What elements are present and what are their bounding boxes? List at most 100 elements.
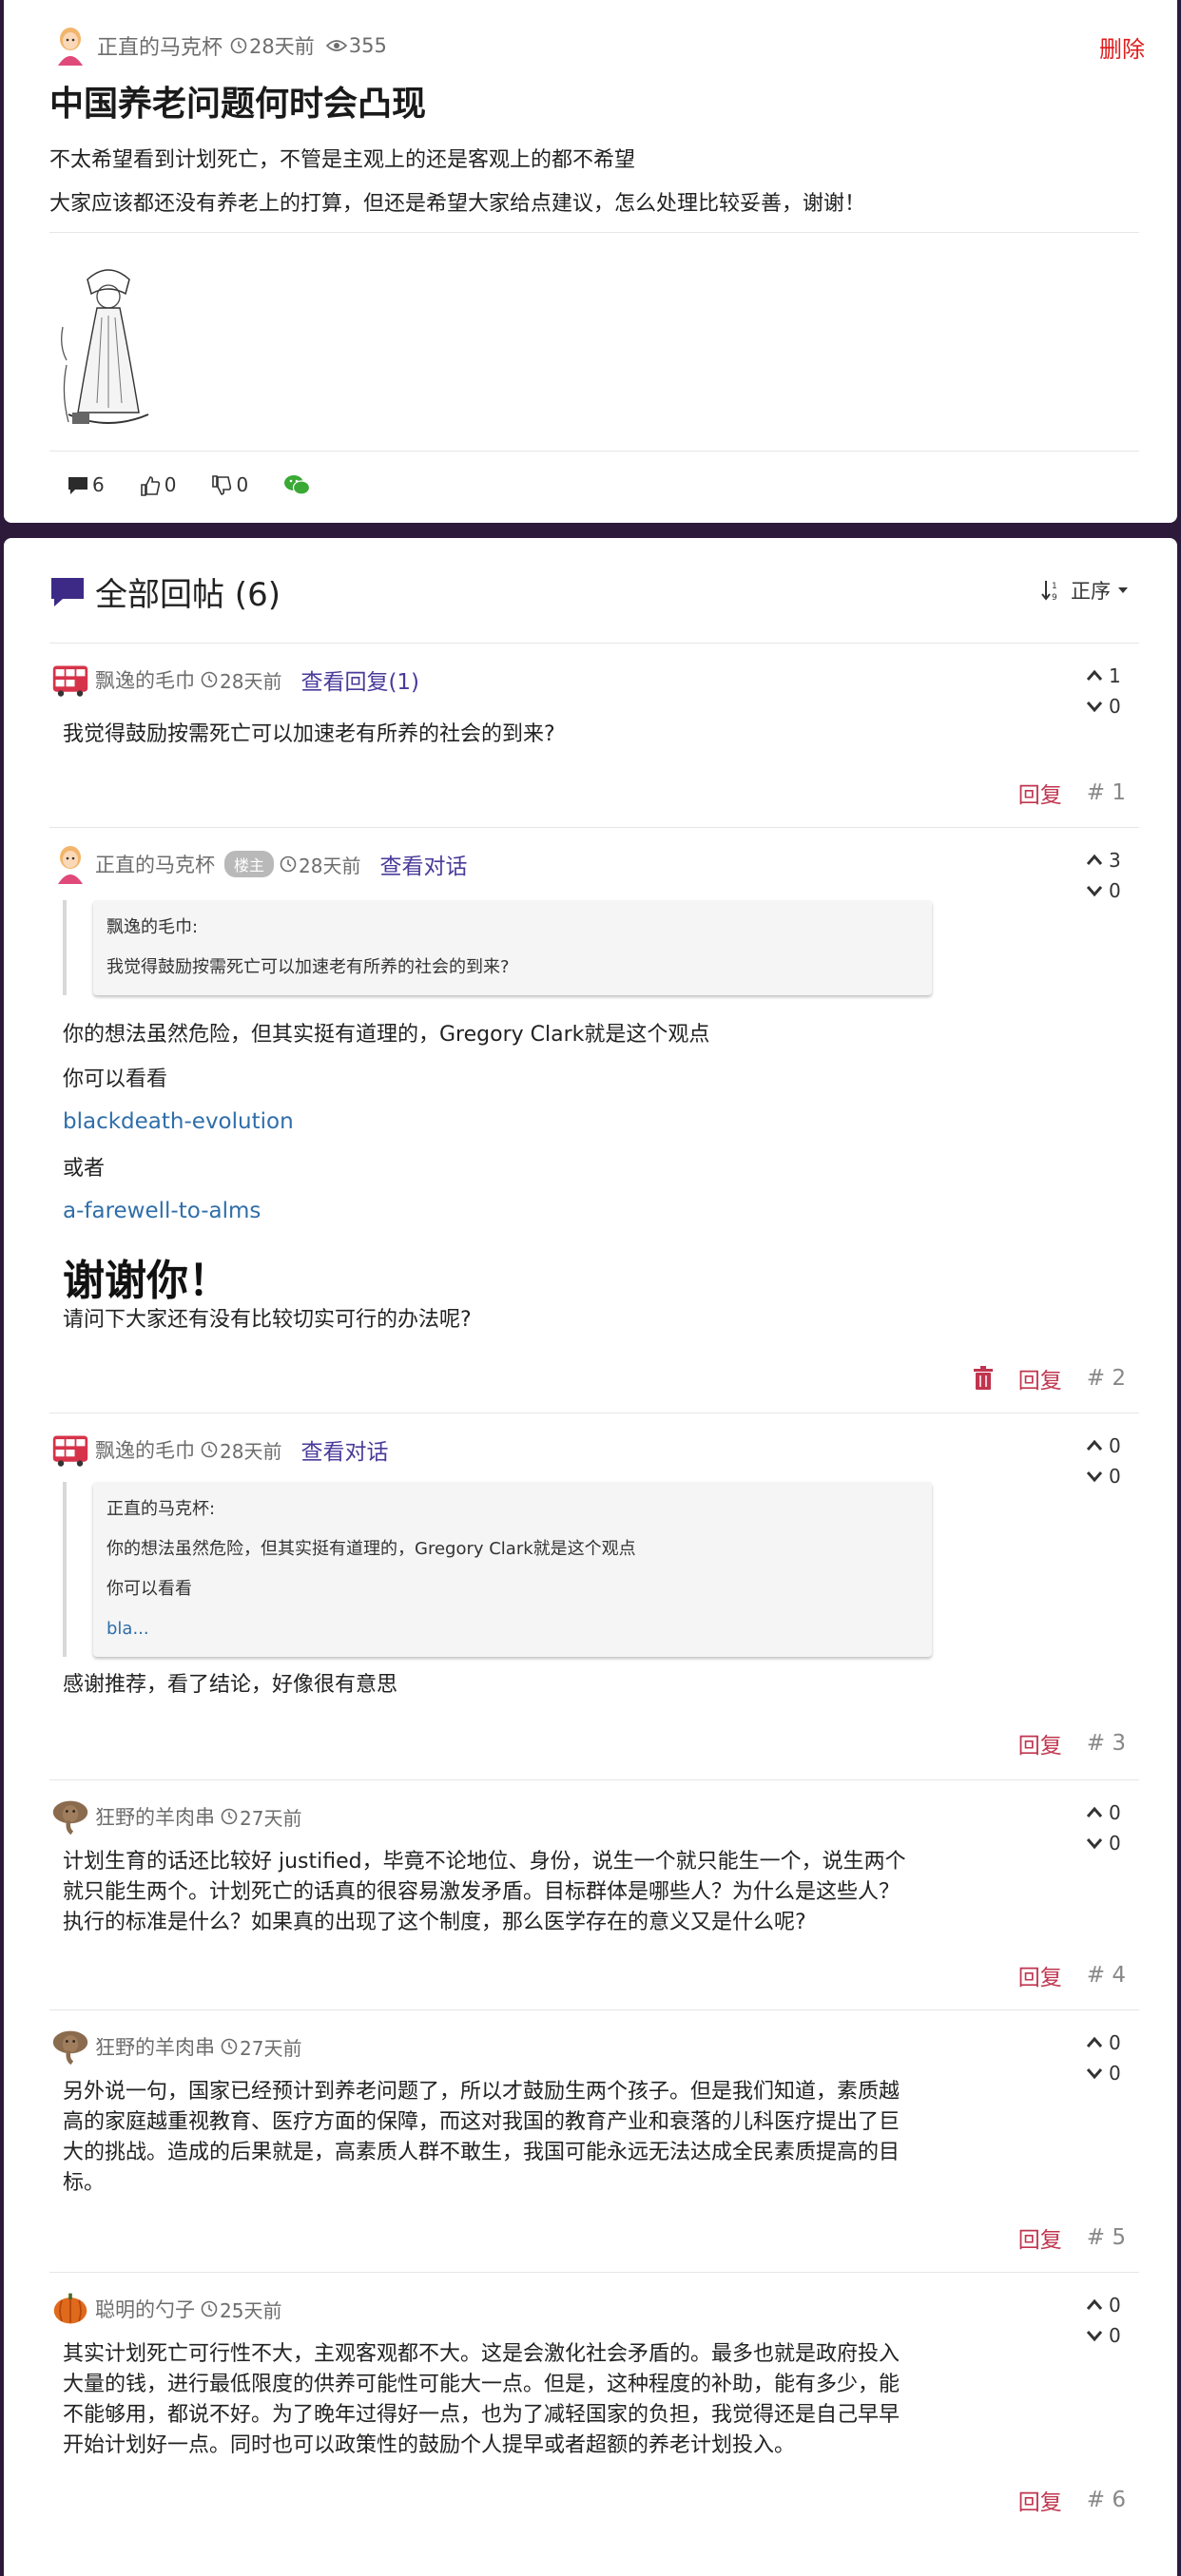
quote-block: 正直的马克杯: 你的想法虽然危险，但其实挺有道理的，Gregory Clark就…: [63, 1482, 932, 1657]
reply-author[interactable]: 狂野的羊肉串: [95, 2032, 215, 2061]
reply-author[interactable]: 狂野的羊肉串: [95, 1802, 215, 1831]
quote-text: 我觉得鼓励按需死亡可以加速老有所养的社会的到来?: [106, 957, 510, 977]
avatar[interactable]: [51, 1429, 89, 1471]
chevron-down-icon: [1086, 1838, 1103, 1850]
chevron-down-icon: [1086, 886, 1103, 897]
floor-number: # 4: [1086, 1963, 1126, 1988]
chevron-up-icon: [1086, 2036, 1103, 2047]
reply-item: 狂野的羊肉串 27天前 0 0 计划生育的话还比较好 justified，毕竟不…: [49, 1779, 1139, 2009]
quoted-reply: 飘逸的毛巾: 我觉得鼓励按需死亡可以加速老有所养的社会的到来?: [93, 900, 932, 995]
post-author[interactable]: 正直的马克杯: [97, 30, 223, 61]
post-title: 中国养老问题何时会凸现: [49, 85, 427, 124]
view-replies-link[interactable]: 查看回复(1): [300, 663, 419, 696]
post-time: 28天前: [230, 31, 315, 60]
downvote-button[interactable]: 0: [1086, 691, 1128, 721]
dislike-button[interactable]: 0: [210, 473, 248, 496]
reply-time: 27天前: [221, 1803, 301, 1831]
upvote-button[interactable]: 0: [1086, 1431, 1128, 1461]
caret-down-icon: [1118, 587, 1128, 593]
view-conversation-link[interactable]: 查看对话: [379, 848, 467, 880]
reply-footer: 回复 # 3: [1018, 1727, 1126, 1759]
reply-button[interactable]: 回复: [1018, 2221, 1062, 2254]
reply-button[interactable]: 回复: [1018, 1727, 1062, 1759]
like-button[interactable]: 0: [139, 473, 176, 496]
avatar[interactable]: [51, 25, 89, 67]
view-conversation-link[interactable]: 查看对话: [300, 1433, 388, 1466]
reply-body: 我觉得鼓励按需死亡可以加速老有所养的社会的到来?: [63, 722, 555, 746]
reply-time: 28天前: [280, 851, 360, 878]
reply-body-line: 其实计划死亡可行性不大，主观客观都不大。这是会激化社会矛盾的。最多也就是政府投入: [63, 2342, 900, 2366]
upvote-button[interactable]: 0: [1086, 1797, 1128, 1828]
chevron-up-icon: [1086, 1439, 1103, 1451]
reply-author[interactable]: 飘逸的毛巾: [95, 665, 195, 694]
downvote-button[interactable]: 0: [1086, 1461, 1128, 1491]
post-card: 正直的马克杯 28天前 355 删除 中国养老问题何时会凸现 不太希望看到计划死…: [4, 0, 1177, 523]
reply-body-line: 标。: [63, 2171, 106, 2195]
reply-link[interactable]: a-farewell-to-alms: [63, 1199, 261, 1223]
avatar[interactable]: [51, 1796, 89, 1837]
downvote-button[interactable]: 0: [1086, 875, 1128, 906]
reply-button[interactable]: 回复: [1018, 1362, 1062, 1394]
reply-author[interactable]: 正直的马克杯: [95, 850, 215, 878]
avatar[interactable]: [51, 2288, 89, 2330]
reply-link[interactable]: blackdeath-evolution: [63, 1109, 294, 1134]
sort-dropdown[interactable]: 19 正序: [1040, 576, 1130, 605]
vote-box: 0 0: [1086, 2290, 1128, 2351]
floor-number: # 3: [1086, 1731, 1126, 1756]
svg-text:1: 1: [1052, 582, 1057, 591]
quote-author: 正直的马克杯:: [106, 1499, 216, 1519]
reply-body: 计划生育的话还比较好 justified，毕竟不论地位、身份，说生一个就只能生一…: [63, 1847, 906, 1938]
upvote-button[interactable]: 0: [1086, 2028, 1128, 2058]
floor-number: # 5: [1086, 2225, 1126, 2250]
reply-button[interactable]: 回复: [1018, 1959, 1062, 1991]
wechat-share-button[interactable]: [282, 473, 311, 496]
reply-item: 飘逸的毛巾 28天前 查看对话 0 0 正直的马克杯: 你的想法虽然危险，但其实…: [49, 1413, 1139, 1779]
downvote-button[interactable]: 0: [1086, 1828, 1128, 1858]
avatar[interactable]: [51, 2026, 89, 2067]
post-image[interactable]: [49, 251, 165, 433]
reply-item: 聪明的勺子 25天前 0 0 其实计划死亡可行性不大，主观客观都不大。这是会激化…: [49, 2272, 1139, 2538]
chevron-up-icon: [1086, 1806, 1103, 1817]
reply-meta: 狂野的羊肉串 27天前: [51, 1794, 301, 1839]
thumbs-up-icon: [140, 476, 160, 496]
avatar[interactable]: [51, 659, 89, 701]
avatar[interactable]: [51, 843, 89, 885]
reply-author[interactable]: 聪明的勺子: [95, 2295, 195, 2323]
bus-avatar-icon: [52, 1435, 88, 1467]
divider: [49, 232, 1139, 233]
reply-item: 飘逸的毛巾 28天前 查看回复(1) 1 0 我觉得鼓励按需死亡可以加速老有所养…: [49, 643, 1139, 827]
clock-icon: [221, 2038, 238, 2055]
vote-box: 0 0: [1086, 1797, 1128, 1858]
clock-icon: [221, 1808, 238, 1825]
wechat-icon: [284, 475, 311, 495]
thumbs-down-icon: [212, 475, 232, 495]
trash-icon[interactable]: [973, 1366, 994, 1391]
delete-button[interactable]: 删除: [1099, 30, 1145, 64]
reply-body-line: 大的挑战。造成的后果就是，高素质人群不敢生，我国可能永远无法达成全民素质提高的目: [63, 2141, 900, 2164]
reply-body-line: 另外说一句，国家已经预计到养老问题了，所以才鼓励生两个孩子。但是我们知道，素质越: [63, 2080, 900, 2104]
reply-body: 感谢推荐，看了结论，好像很有意思: [63, 1673, 398, 1697]
upvote-button[interactable]: 1: [1086, 661, 1128, 691]
reply-meta: 飘逸的毛巾 28天前 查看回复(1): [51, 657, 419, 702]
chevron-down-icon: [1086, 1471, 1103, 1483]
reply-meta: 正直的马克杯 楼主 28天前 查看对话: [51, 841, 467, 887]
comments-button[interactable]: 6: [67, 473, 105, 496]
reply-footer: 回复 # 5: [1018, 2221, 1126, 2254]
reply-button[interactable]: 回复: [1018, 777, 1062, 809]
quote-link[interactable]: bla...: [106, 1609, 919, 1649]
replies-title: 全部回帖 (6): [95, 576, 281, 614]
chevron-up-icon: [1086, 669, 1103, 681]
reply-button[interactable]: 回复: [1018, 2484, 1062, 2516]
downvote-button[interactable]: 0: [1086, 2058, 1128, 2088]
reply-body-line: 请问下大家还有没有比较切实可行的办法呢?: [63, 1308, 472, 1332]
reply-footer: 回复 # 6: [1018, 2484, 1126, 2516]
pumpkin-avatar-icon: [53, 2293, 87, 2324]
reply-author[interactable]: 飘逸的毛巾: [95, 1435, 195, 1464]
upvote-button[interactable]: 3: [1086, 845, 1128, 875]
quote-block: 飘逸的毛巾: 我觉得鼓励按需死亡可以加速老有所养的社会的到来?: [63, 900, 932, 995]
sort-icon: 19: [1041, 581, 1057, 602]
sketch-illustration: [49, 251, 165, 433]
reply-body: 另外说一句，国家已经预计到养老问题了，所以才鼓励生两个孩子。但是我们知道，素质越…: [63, 2077, 900, 2199]
upvote-button[interactable]: 0: [1086, 2290, 1128, 2320]
downvote-button[interactable]: 0: [1086, 2320, 1128, 2351]
